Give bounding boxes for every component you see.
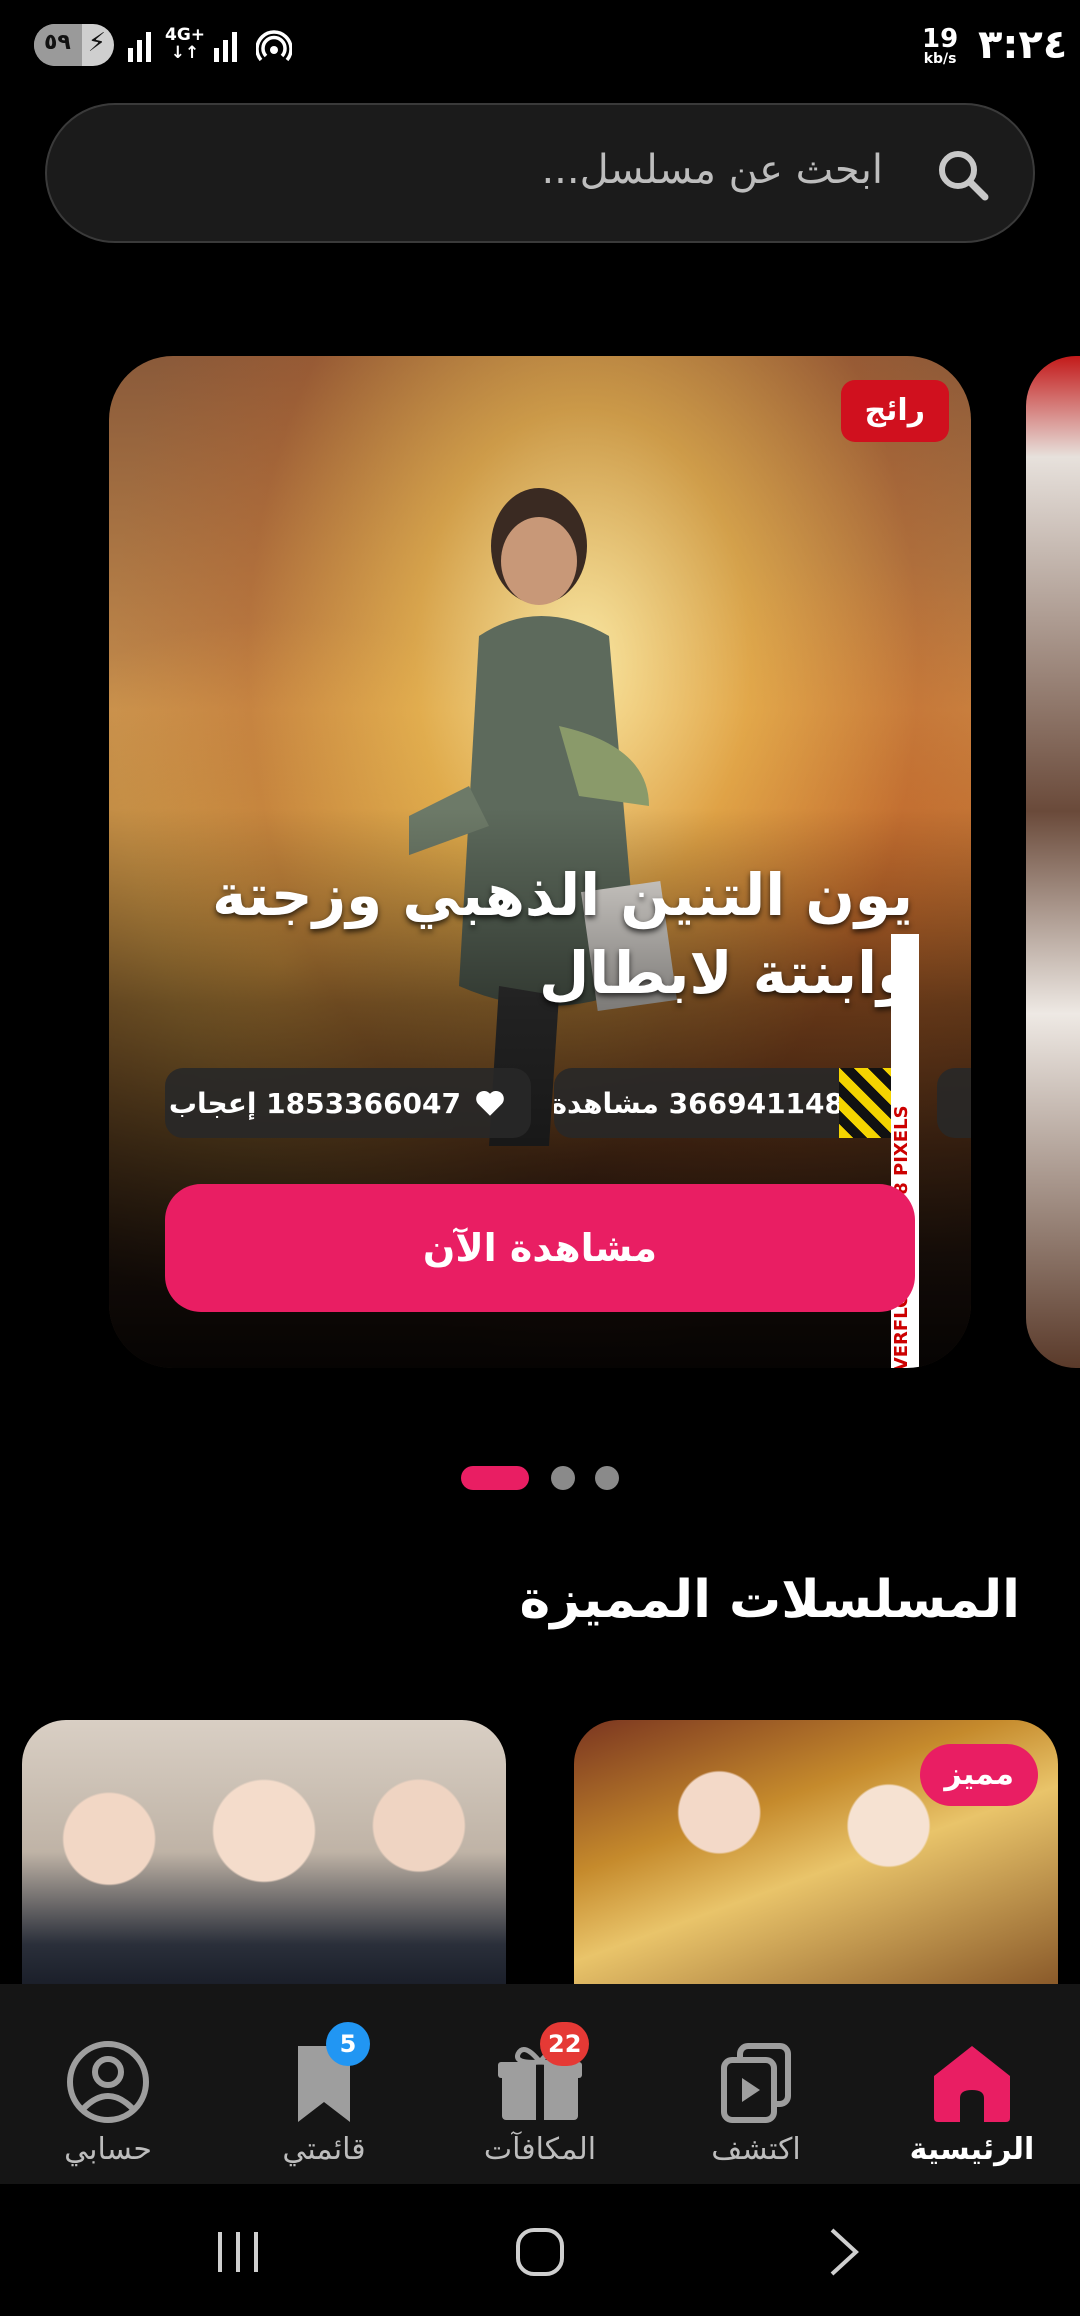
carousel-dot[interactable] bbox=[595, 1466, 619, 1490]
next-hero-card[interactable] bbox=[1026, 356, 1080, 1368]
extra-stat: ة bbox=[937, 1068, 971, 1138]
battery-level: ٥٩ bbox=[44, 30, 71, 55]
network-type: 4G+ ↓↑ bbox=[165, 25, 206, 63]
nav-rewards[interactable]: 22 المكافآت bbox=[432, 1984, 648, 2184]
hero-title: يون التنين الذهبي وزجتة وابنتة لابطال bbox=[212, 861, 913, 1007]
watch-now-button[interactable]: مشاهدة الآن bbox=[165, 1184, 915, 1312]
discover-play-icon bbox=[721, 2043, 791, 2123]
views-count: 366941148 مشاهدة bbox=[554, 1086, 844, 1120]
search-input[interactable]: ابحث عن مسلسل... bbox=[45, 103, 1035, 243]
heart-icon bbox=[476, 1090, 504, 1116]
carousel-dot[interactable] bbox=[551, 1466, 575, 1490]
battery-indicator: ٥٩ ⚡ bbox=[34, 24, 114, 66]
home-icon bbox=[934, 2046, 1010, 2122]
likes-stat: 1853366047 إعجاب bbox=[165, 1068, 531, 1138]
likes-count: 1853366047 إعجاب bbox=[168, 1086, 461, 1120]
nav-label: قائمتي bbox=[282, 2132, 366, 2167]
nav-label: المكافآت bbox=[483, 2132, 597, 2167]
rewards-badge: 22 bbox=[540, 2022, 590, 2066]
search-placeholder: ابحث عن مسلسل... bbox=[541, 147, 883, 193]
network-speed: 19 kb/s bbox=[922, 24, 959, 67]
hotspot-icon bbox=[256, 30, 292, 62]
clock: ٣:٢٤ bbox=[978, 22, 1068, 68]
nav-profile[interactable]: حسابي bbox=[0, 1984, 216, 2184]
my-list-badge: 5 bbox=[326, 2022, 370, 2066]
signal-icon bbox=[128, 30, 151, 62]
nav-label: الرئيسية bbox=[909, 2132, 1035, 2167]
featured-series-card[interactable]: مميز bbox=[574, 1720, 1058, 1984]
profile-icon bbox=[67, 2041, 149, 2123]
nav-home[interactable]: الرئيسية bbox=[864, 1984, 1080, 2184]
nav-discover[interactable]: اكتشف bbox=[648, 1984, 864, 2184]
hero-card[interactable]: رائج يون التنين الذهبي وزجتة وابنتة لابط… bbox=[109, 356, 971, 1368]
carousel-indicator bbox=[0, 1466, 1080, 1490]
nav-my-list[interactable]: 5 قائمتي bbox=[216, 1984, 432, 2184]
overflow-stripe bbox=[839, 1068, 891, 1138]
search-icon bbox=[939, 151, 989, 201]
home-button-icon[interactable] bbox=[510, 2222, 570, 2282]
back-icon[interactable] bbox=[812, 2222, 872, 2282]
trending-badge: رائج bbox=[840, 380, 949, 442]
carousel-dot-active[interactable] bbox=[461, 1466, 529, 1490]
bottom-navigation: الرئيسية اكتشف 22 المكافآت 5 قائمتي حساب… bbox=[0, 1984, 1080, 2184]
section-title: المسلسلات المميزة bbox=[519, 1570, 1020, 1630]
featured-series-card[interactable] bbox=[22, 1720, 506, 1984]
recent-apps-icon[interactable] bbox=[208, 2222, 268, 2282]
nav-label: حسابي bbox=[64, 2132, 152, 2167]
system-navigation bbox=[0, 2184, 1080, 2316]
signal-icon-2 bbox=[214, 30, 237, 62]
status-bar: ٥٩ ⚡ 4G+ ↓↑ 19 kb/s ٣:٢٤ bbox=[0, 0, 1080, 96]
nav-label: اكتشف bbox=[711, 2132, 801, 2167]
charging-icon: ⚡ bbox=[87, 28, 106, 58]
featured-badge: مميز bbox=[920, 1744, 1038, 1806]
